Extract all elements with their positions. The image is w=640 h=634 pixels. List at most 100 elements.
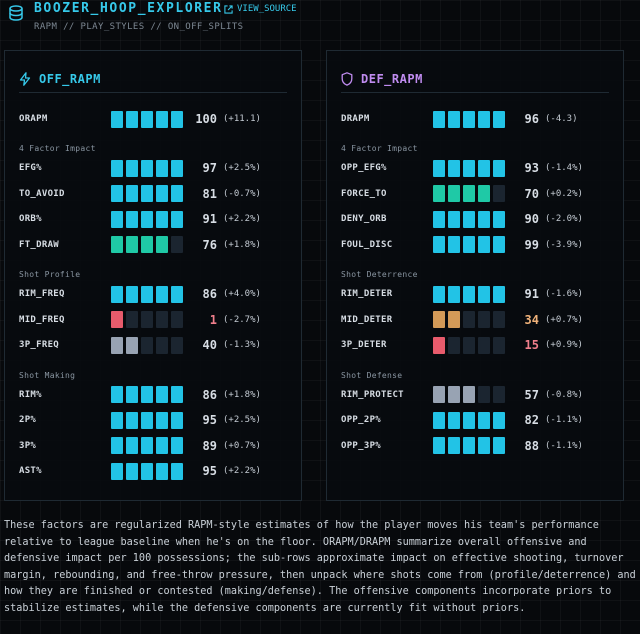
bar-segment-filled xyxy=(126,236,138,253)
percentile-bars xyxy=(111,462,187,480)
metric-label: OPP_EFG% xyxy=(341,163,387,173)
bar-segment-filled xyxy=(478,236,490,253)
metric-label: RIM_DETER xyxy=(341,289,393,299)
bar-segment-filled xyxy=(463,110,475,128)
delta-value: (+0.2%) xyxy=(545,188,583,199)
shield-icon xyxy=(341,71,353,86)
bar-segment-filled xyxy=(111,386,123,403)
metric-label: FORCE_TO xyxy=(341,188,387,199)
percentile-bars xyxy=(111,411,187,429)
bar-segment-filled xyxy=(156,462,168,480)
bar-segment-filled xyxy=(463,159,475,177)
bar-segment-filled xyxy=(433,210,445,228)
delta-value: (-0.8%) xyxy=(545,389,583,400)
delta-value: (+11.1) xyxy=(223,114,261,124)
percentile-value: 15 xyxy=(524,338,539,352)
bar-segment-filled xyxy=(493,210,505,228)
view-source-label: VIEW_SOURCE xyxy=(237,4,297,14)
bar-segment-filled xyxy=(126,285,138,303)
bar-segment-empty xyxy=(463,336,475,354)
explanation-text: These factors are regularized RAPM-style… xyxy=(4,520,636,614)
bar-segment-filled xyxy=(141,285,153,303)
bar-segment-filled xyxy=(111,110,123,128)
bar-segment-filled xyxy=(448,236,460,253)
bar-segment-filled xyxy=(478,285,490,303)
bar-segment-filled xyxy=(448,386,460,403)
delta-value: (+0.7%) xyxy=(545,314,583,325)
bar-segment-filled xyxy=(111,462,123,480)
percentile-value: 95 xyxy=(202,413,217,427)
bar-segment-filled xyxy=(171,462,183,480)
percentile-bars xyxy=(433,210,509,228)
metric-row-ft-draw: FT_DRAW 76 (+1.8%) xyxy=(19,236,293,254)
off-rapm-header: OFF_RAPM xyxy=(19,65,287,93)
delta-value: (+1.8%) xyxy=(223,239,261,250)
bar-segment-filled xyxy=(463,386,475,403)
bar-segment-filled xyxy=(156,285,168,303)
bar-segment-empty xyxy=(463,311,475,328)
delta-value: (+1.8%) xyxy=(223,389,261,400)
percentile-bars xyxy=(111,185,187,202)
bar-segment-filled xyxy=(433,285,445,303)
bar-segment-filled xyxy=(463,437,475,454)
percentile-value: 100 xyxy=(195,112,217,126)
bar-segment-filled xyxy=(171,110,183,128)
bar-segment-filled xyxy=(493,159,505,177)
bar-segment-filled xyxy=(493,411,505,429)
bar-segment-filled xyxy=(433,185,445,202)
bar-segment-filled xyxy=(433,437,445,454)
metric-label: TO_AVOID xyxy=(19,188,65,199)
percentile-bars xyxy=(111,336,187,354)
percentile-value: 96 xyxy=(524,112,539,126)
bar-segment-filled xyxy=(448,285,460,303)
bar-segment-empty xyxy=(156,311,168,328)
metric-row-rim-deter: RIM_DETER 91 (-1.6%) xyxy=(341,285,615,303)
bar-segment-empty xyxy=(156,336,168,354)
bar-segment-filled xyxy=(126,462,138,480)
bar-segment-empty xyxy=(171,236,183,253)
section-label: Shot Defense xyxy=(341,370,403,380)
bar-segment-filled xyxy=(448,210,460,228)
metric-row-rim-protect: RIM_PROTECT 57 (-0.8%) xyxy=(341,386,615,404)
bar-segment-empty xyxy=(171,336,183,354)
bar-segment-filled xyxy=(141,210,153,228)
bar-segment-filled xyxy=(478,437,490,454)
metric-label: OPP_3P% xyxy=(341,440,382,451)
bar-segment-filled xyxy=(448,311,460,328)
bar-segment-filled xyxy=(493,236,505,253)
percentile-bars xyxy=(433,437,509,454)
delta-value: (+2.5%) xyxy=(223,163,261,173)
bar-segment-filled xyxy=(171,437,183,454)
metric-row-foul-disc: FOUL_DISC 99 (-3.9%) xyxy=(341,236,615,254)
section-label: 4 Factor Impact xyxy=(341,144,418,153)
bar-segment-filled xyxy=(171,210,183,228)
bar-segment-filled xyxy=(126,210,138,228)
percentile-bars xyxy=(433,411,509,429)
off-rapm-title: OFF_RAPM xyxy=(39,71,101,86)
metric-row-2p-: 2P% 95 (+2.5%) xyxy=(19,411,293,429)
metric-row-efg-: EFG% 97 (+2.5%) xyxy=(19,159,293,177)
delta-value: (-1.6%) xyxy=(545,289,583,299)
percentile-bars xyxy=(111,311,187,328)
metric-label: RIM_FREQ xyxy=(19,289,65,299)
breadcrumb: RAPM // PLAY_STYLES // ON_OFF_SPLITS xyxy=(34,22,244,32)
bar-segment-empty xyxy=(493,185,505,202)
percentile-bars xyxy=(111,210,187,228)
database-icon xyxy=(9,5,23,21)
bar-segment-filled xyxy=(156,437,168,454)
view-source-link[interactable]: VIEW_SOURCE xyxy=(224,4,297,14)
bar-segment-filled xyxy=(171,411,183,429)
bar-segment-filled xyxy=(156,185,168,202)
bar-segment-filled xyxy=(463,185,475,202)
metric-row-opp-3p-: OPP_3P% 88 (-1.1%) xyxy=(341,437,615,455)
percentile-value: 91 xyxy=(524,287,539,301)
bar-segment-filled xyxy=(493,110,505,128)
bar-segment-filled xyxy=(111,437,123,454)
metric-label: RIM_PROTECT xyxy=(341,389,404,400)
metric-row-drapm: DRAPM 96 (-4.3) xyxy=(341,110,615,128)
metric-label: ORB% xyxy=(19,214,42,224)
bar-segment-filled xyxy=(171,159,183,177)
section-label: Shot Profile xyxy=(19,270,81,279)
bar-segment-filled xyxy=(433,110,445,128)
percentile-value: 93 xyxy=(524,161,539,175)
